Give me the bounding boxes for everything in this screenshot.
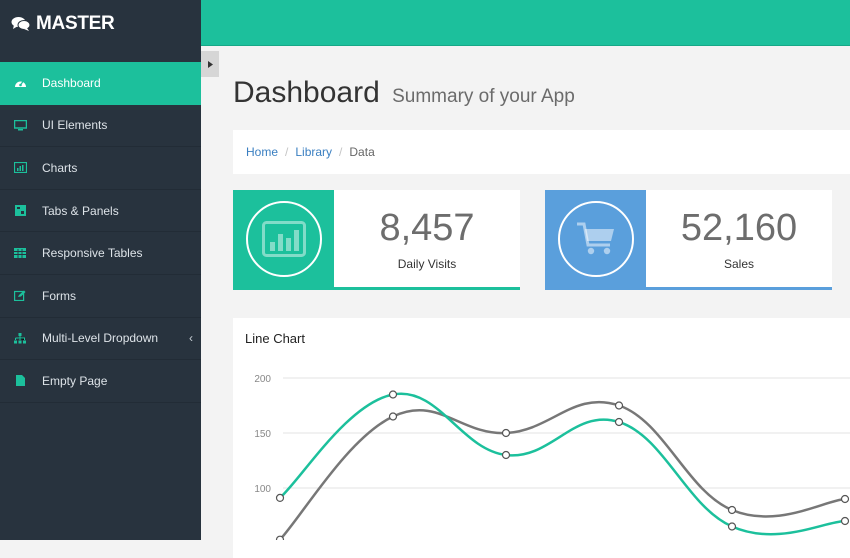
sidebar-item-charts[interactable]: Charts [0, 147, 201, 190]
sidebar-item-label: Dashboard [42, 75, 101, 90]
sidebar-item-label: Charts [42, 160, 78, 175]
stat-label: Sales [723, 256, 755, 271]
data-point[interactable] [727, 522, 737, 531]
y-tick-label: 200 [254, 374, 271, 385]
brand[interactable]: MASTER [0, 0, 201, 47]
data-point[interactable] [501, 428, 511, 438]
line-chart: 20015010050 [254, 374, 850, 540]
shopping-cart-icon [576, 222, 614, 254]
sidebar-item-ui-elements[interactable]: UI Elements [0, 105, 201, 148]
sidebar-toggle-button[interactable] [201, 51, 219, 77]
edit-icon [13, 289, 27, 303]
sidebar-nav: Dashboard UI Elements Charts Tabs & Pane… [0, 62, 201, 403]
qrcode-icon [13, 204, 27, 218]
sidebar-item-multi-level-dropdown[interactable]: Multi-Level Dropdown ‹ [0, 318, 201, 361]
brand-name: MASTER [36, 12, 115, 34]
dashboard-icon [13, 76, 27, 90]
bar-chart-icon [13, 161, 27, 175]
sidebar-item-label: UI Elements [42, 118, 108, 133]
sidebar-item-label: Forms [42, 288, 76, 303]
breadcrumb-home[interactable]: Home [246, 145, 278, 159]
table-icon [13, 246, 27, 260]
file-icon [13, 374, 27, 388]
data-point[interactable] [501, 450, 511, 460]
page-title: Dashboard Summary of your App [233, 76, 575, 110]
stat-icon-box [233, 190, 334, 287]
stat-body: 52,160 Sales [646, 190, 832, 287]
sidebar-item-label: Empty Page [42, 373, 108, 388]
sidebar-item-forms[interactable]: Forms [0, 275, 201, 318]
data-point[interactable] [388, 390, 398, 399]
top-navbar [201, 0, 850, 46]
desktop-icon [13, 118, 27, 132]
data-point[interactable] [727, 505, 737, 515]
y-tick-label: 100 [254, 484, 271, 495]
stat-card-sales: 52,160 Sales [545, 190, 832, 290]
sidebar-item-responsive-tables[interactable]: Responsive Tables [0, 232, 201, 275]
sidebar-item-empty-page[interactable]: Empty Page [0, 360, 201, 403]
sitemap-icon [13, 331, 27, 345]
sidebar: MASTER Dashboard UI Elements Charts Tabs… [0, 0, 201, 540]
page-subtitle: Summary of your App [392, 86, 575, 107]
data-point[interactable] [840, 494, 850, 504]
breadcrumb: Home / Library / Data [233, 130, 850, 174]
sidebar-item-label: Tabs & Panels [42, 203, 119, 218]
bar-chart-icon [261, 220, 306, 257]
data-point[interactable] [840, 516, 850, 526]
sidebar-item-label: Responsive Tables [42, 246, 143, 261]
data-point[interactable] [388, 412, 398, 421]
breadcrumb-separator: / [285, 145, 289, 159]
series-line-a [279, 392, 846, 536]
breadcrumb-separator: / [339, 145, 343, 159]
caret-right-icon [207, 60, 213, 68]
stat-value: 8,457 [379, 206, 475, 249]
stat-icon-circle [245, 200, 322, 277]
stat-label: Daily Visits [397, 256, 457, 271]
stat-icon-circle [557, 200, 634, 277]
series-line-b [279, 400, 846, 540]
stat-body: 8,457 Daily Visits [334, 190, 520, 287]
data-point[interactable] [275, 493, 285, 502]
sidebar-item-tabs-panels[interactable]: Tabs & Panels [0, 190, 201, 233]
stat-icon-box [545, 190, 646, 287]
breadcrumb-library[interactable]: Library [295, 145, 332, 159]
stat-value: 52,160 [680, 206, 798, 249]
sidebar-item-dashboard[interactable]: Dashboard [0, 62, 201, 105]
chevron-left-icon: ‹ [189, 331, 193, 346]
sidebar-item-label: Multi-Level Dropdown [42, 331, 159, 346]
page-title-text: Dashboard [233, 76, 380, 109]
data-point[interactable] [614, 417, 624, 427]
y-tick-label: 150 [254, 429, 271, 440]
breadcrumb-current: Data [349, 145, 375, 159]
stat-card-daily-visits: 8,457 Daily Visits [233, 190, 520, 290]
data-point[interactable] [275, 535, 285, 540]
comments-icon [11, 16, 31, 31]
data-point[interactable] [614, 401, 624, 410]
